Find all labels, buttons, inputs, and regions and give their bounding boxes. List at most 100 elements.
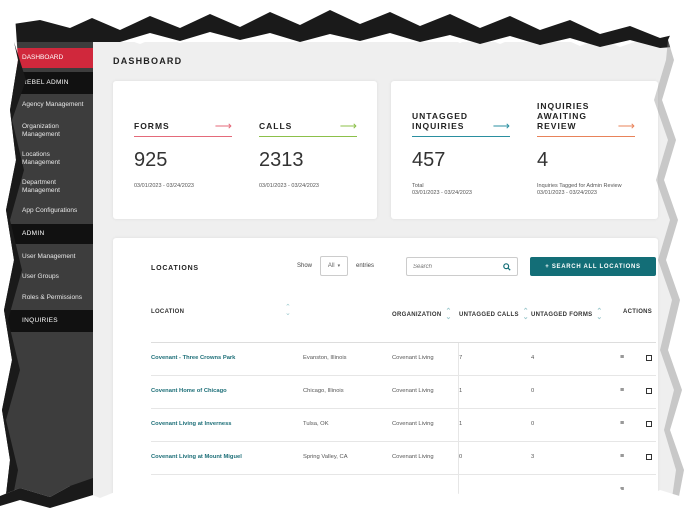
page-title: DASHBOARD [113, 56, 183, 66]
sidebar-item-label: App Configurations [22, 207, 78, 214]
table-row[interactable]: Covenant - Three Crowns Park Evanston, I… [151, 343, 656, 376]
menu-icon[interactable]: ≡ [620, 453, 624, 460]
untagged-calls-count: 1 [459, 388, 463, 394]
menu-icon[interactable]: ≡ [620, 354, 624, 361]
sort-icon: ⌃ ⌄ [596, 308, 603, 321]
sidebar-item-label: DASHBOARD [22, 54, 64, 61]
column-header-untagged-forms[interactable]: UNTAGGED FORMS ⌃ ⌄ [531, 308, 603, 321]
show-label: Show [297, 263, 313, 269]
location-city: Spring Valley, CA [303, 454, 348, 460]
column-header-organization[interactable]: ORGANIZATION ⌃ ⌄ [392, 308, 452, 321]
column-header-label: ORGANIZATION [392, 312, 442, 318]
sidebar-item-locations-management[interactable]: Locations Management [0, 150, 60, 168]
stat-untagged-inquiries[interactable]: UNTAGGED INQUIRIES ⟶ 457 Total 03/01/202… [412, 111, 510, 197]
untagged-forms-count: 3 [531, 454, 535, 460]
stat-awaiting-value: 4 [537, 149, 549, 171]
sidebar-item-dashboard[interactable]: DASHBOARD [0, 48, 93, 68]
location-organization: Covenant Living [392, 355, 434, 361]
column-header-label: UNTAGGED FORMS [531, 312, 593, 318]
table-row[interactable]: Covenant Home of Chicago Chicago, Illino… [151, 376, 656, 409]
sidebar-item-label: ADMIN [22, 230, 45, 237]
stat-awaiting-label: INQUIRIES AWAITING REVIEW [537, 101, 590, 131]
sidebar-item-label: Department Management [22, 179, 60, 194]
locations-card: LOCATIONS Show All ▾ entries + SEARCH AL… [113, 238, 658, 512]
sidebar-item-label: INQUIRIES [22, 317, 58, 324]
stats-card-forms-calls: FORMS ⟶ 925 03/01/2023 - 03/24/2023 CALL… [113, 81, 377, 219]
menu-icon[interactable]: ≡ [620, 420, 624, 427]
column-header-label: UNTAGGED CALLS [459, 312, 519, 318]
stat-untagged-total-label: Total [412, 183, 424, 189]
stat-untagged-header: UNTAGGED INQUIRIES ⟶ [412, 111, 510, 137]
sidebar-item-user-management[interactable]: User Management [0, 252, 93, 262]
entries-select[interactable]: All ▾ [320, 256, 348, 276]
sidebar-item-label: REBEL ADMIN [22, 79, 69, 86]
locations-title: LOCATIONS [151, 265, 199, 272]
location-organization: Covenant Living [392, 388, 434, 394]
stat-forms-date: 03/01/2023 - 03/24/2023 [134, 183, 194, 189]
stat-untagged-label: UNTAGGED INQUIRIES [412, 111, 469, 131]
chevron-down-icon: ▾ [337, 263, 341, 269]
sidebar-item-app-configurations[interactable]: App Configurations [0, 206, 93, 216]
sort-icon: ⌃ ⌄ [522, 308, 529, 321]
search-icon[interactable] [503, 262, 511, 271]
column-header-label: LOCATION [151, 309, 185, 315]
stat-awaiting-note: Inquiries Tagged for Admin Review [537, 183, 622, 189]
untagged-calls-count: 7 [459, 355, 463, 361]
sidebar-item-agency-management[interactable]: Agency Management [0, 100, 93, 110]
sidebar-item-label: Roles & Permissions [22, 294, 82, 301]
stat-inquiries-awaiting-review[interactable]: INQUIRIES AWAITING REVIEW ⟶ 4 Inquiries … [537, 101, 635, 197]
arrow-right-icon: ⟶ [339, 119, 357, 133]
sidebar-item-label: Organization Management [22, 123, 60, 138]
location-link[interactable]: Covenant Living at Inverness [151, 421, 232, 427]
table-row[interactable]: Covenant Living at Mount Miguel Spring V… [151, 442, 656, 475]
menu-icon[interactable]: ≡ [620, 486, 624, 493]
entries-label: entries [356, 263, 375, 269]
sidebar-header-inquiries[interactable]: INQUIRIES [0, 310, 93, 332]
stat-untagged-value: 457 [412, 149, 446, 171]
search-input[interactable] [413, 263, 493, 270]
table-row[interactable]: ≡ [151, 475, 656, 508]
entries-select-value: All [327, 263, 335, 269]
checkbox-icon[interactable] [646, 388, 652, 394]
sort-icon[interactable]: ⌃ ⌄ [285, 304, 291, 317]
table-row[interactable]: Covenant Living at Inverness Tulsa, OK C… [151, 409, 656, 442]
sidebar-item-organization-management[interactable]: Organization Management [0, 122, 60, 140]
main-content: DASHBOARD FORMS ⟶ 925 03/01/2023 - 03/24… [93, 42, 686, 512]
sidebar: DASHBOARD REBEL ADMIN Agency Management … [0, 42, 93, 512]
stat-forms-header: FORMS ⟶ [134, 120, 232, 137]
sidebar-item-label: Agency Management [22, 101, 84, 108]
stat-calls-value: 2313 [259, 149, 304, 171]
location-city: Chicago, Illinois [303, 388, 344, 394]
sidebar-item-department-management[interactable]: Department Management [0, 178, 60, 196]
stat-forms-value: 925 [134, 149, 168, 171]
stats-card-inquiries: UNTAGGED INQUIRIES ⟶ 457 Total 03/01/202… [391, 81, 658, 219]
sidebar-header-admin[interactable]: ADMIN [0, 224, 93, 244]
stat-forms[interactable]: FORMS ⟶ 925 03/01/2023 - 03/24/2023 [134, 120, 232, 190]
sidebar-header-rebel-admin[interactable]: REBEL ADMIN [0, 72, 93, 94]
checkbox-icon[interactable] [646, 454, 652, 460]
untagged-forms-count: 0 [531, 421, 535, 427]
sidebar-item-user-groups[interactable]: User Groups [0, 272, 93, 282]
stat-calls[interactable]: CALLS ⟶ 2313 03/01/2023 - 03/24/2023 [259, 119, 357, 190]
column-header-actions: ACTIONS [623, 309, 652, 315]
location-link[interactable]: Covenant - Three Crowns Park [151, 355, 235, 361]
sort-icon: ⌃ ⌄ [445, 308, 452, 321]
stat-awaiting-date: 03/01/2023 - 03/24/2023 [537, 190, 597, 196]
location-link[interactable]: Covenant Living at Mount Miguel [151, 454, 242, 460]
arrow-right-icon: ⟶ [617, 119, 635, 133]
app-frame: DASHBOARD REBEL ADMIN Agency Management … [0, 0, 686, 512]
sidebar-item-roles-permissions[interactable]: Roles & Permissions [0, 293, 93, 303]
column-header-location[interactable]: LOCATION [151, 309, 184, 315]
menu-icon[interactable]: ≡ [620, 387, 624, 394]
location-city: Tulsa, OK [303, 421, 329, 427]
column-header-label: ACTIONS [623, 309, 653, 315]
search-box[interactable] [406, 257, 518, 276]
untagged-calls-count: 1 [459, 421, 463, 427]
checkbox-icon[interactable] [646, 355, 652, 361]
stat-calls-header: CALLS ⟶ [259, 119, 357, 137]
stat-untagged-date: 03/01/2023 - 03/24/2023 [412, 190, 472, 196]
column-header-untagged-calls[interactable]: UNTAGGED CALLS ⌃ ⌄ [459, 308, 529, 321]
search-all-locations-button[interactable]: + SEARCH ALL LOCATIONS [530, 257, 656, 276]
location-link[interactable]: Covenant Home of Chicago [151, 388, 227, 394]
checkbox-icon[interactable] [646, 421, 652, 427]
